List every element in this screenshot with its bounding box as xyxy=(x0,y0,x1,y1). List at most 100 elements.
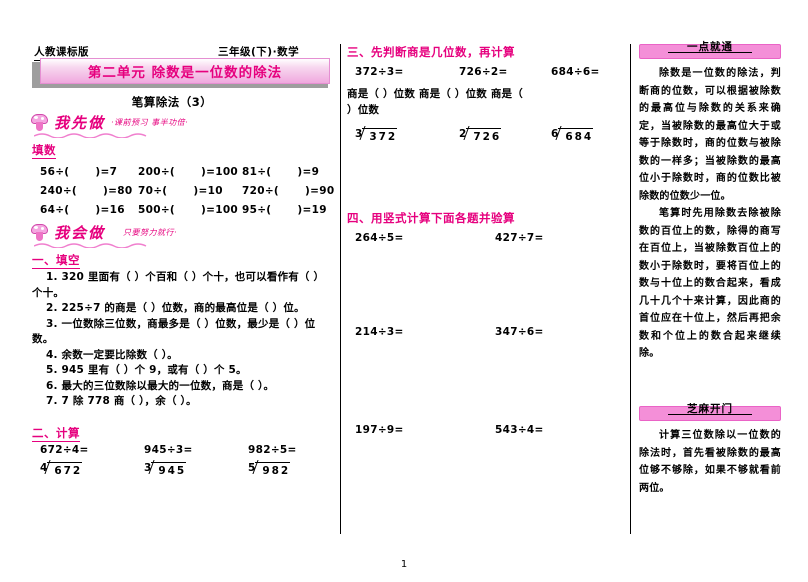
long-division-bracket: 6 684 xyxy=(551,128,594,143)
tip-two-title: 芝麻开门 xyxy=(687,403,733,415)
lesson-subtitle: 笔算除法（3） xyxy=(131,95,213,109)
division-expression: 347÷6= xyxy=(495,326,544,338)
dividend: 982 xyxy=(255,462,291,477)
dividend: 684 xyxy=(558,128,594,143)
division-expression: 264÷5= xyxy=(355,232,404,244)
doodle-note-first: ·课前预习 事半功倍· xyxy=(111,117,189,127)
warmup-expr: 720÷( xyxy=(242,184,280,197)
division-expression: 684÷6= xyxy=(551,66,600,78)
warmup-cell: 81÷( )=9 xyxy=(242,166,330,178)
division-expression: 214÷3= xyxy=(355,326,404,338)
doodle-row-second: 我会做 只要努力就行· xyxy=(30,220,177,244)
warmup-row: 64÷( )=16 500÷()=100 95÷( )=19 xyxy=(40,200,330,219)
long-division-bracket: 3 372 xyxy=(355,128,398,143)
section-4-row: 214÷3= 347÷6= xyxy=(355,326,625,338)
question-item: 6. 最大的三位数除以最大的一位数，商是（ ）。 xyxy=(46,379,275,392)
section-1-heading: 一、填空 xyxy=(32,253,80,269)
warmup-row: 240÷( )=80 70÷( )=10 720÷( )=90 xyxy=(40,181,334,200)
question-item: 2. 225÷7 的商是（ ）位数，商的最高位是（ ）位。 xyxy=(46,302,305,314)
left-column: 人教课标版 三年级(下)·数学 第二单元 除数是一位数的除法 笔算除法（3） 我… xyxy=(22,44,340,534)
warmup-result: )=80 xyxy=(103,184,133,197)
tip-box-two: 芝麻开门 计算三位数除以一位数的除法时，首先看被除数的最高位够不够除，如果不够就… xyxy=(639,403,781,497)
dividend: 372 xyxy=(362,128,398,143)
division-problem: 3 372 xyxy=(355,122,459,143)
section-3-prompt: 商是（ ）位数 商是（ ）位数 商是（ ）位数 xyxy=(347,86,627,118)
section-3-brackets: 3 372 2 726 6 684 xyxy=(355,122,625,143)
section-3-heading: 三、先判断商是几位数，再计算 xyxy=(347,45,515,59)
section-4-heading: 四、用竖式计算下面各题并验算 xyxy=(347,211,515,225)
unit-title-text: 第二单元 除数是一位数的除法 xyxy=(87,65,283,81)
question-item: 4. 余数一定要比除数（ ）。 xyxy=(46,348,178,361)
warmup-expr: 500÷( xyxy=(138,203,176,216)
three-column-layout: 人教课标版 三年级(下)·数学 第二单元 除数是一位数的除法 笔算除法（3） 我… xyxy=(22,41,786,534)
division-expression: 427÷7= xyxy=(495,232,544,244)
question-item: 1. 320 里面有（ ）个百和（ ）个十，也可以看作有（ ）个十。 xyxy=(32,271,325,299)
tip-one-header: 一点就通 xyxy=(639,41,781,59)
warmup-cell: 200÷()=100 xyxy=(138,166,242,178)
doodle-title-first: 我先做 xyxy=(54,113,106,132)
tip-one-body-2: 笔算时先用除数去除被除数的百位上的数，除得的商写在百位上，当被除数百位上的数小于… xyxy=(639,208,781,359)
tip-box-one: 一点就通 除数是一位数的除法，判断商的位数，可以根据被除数的最高位与除数的关系来… xyxy=(639,41,781,363)
dividend: 726 xyxy=(466,128,502,143)
division-expression: 543÷4= xyxy=(495,424,544,436)
section-4-row: 264÷5= 427÷7= xyxy=(355,232,625,244)
warmup-cell: 56÷( )=7 xyxy=(40,166,138,178)
division-problem: 672÷4= 4 672 xyxy=(40,444,144,477)
warmup-expr: 200÷( xyxy=(138,165,176,178)
warmup-grid: 56÷( )=7 200÷()=100 81÷( )=9 240÷( )=80 70÷… xyxy=(40,162,334,219)
warmup-expr: 56÷( xyxy=(40,165,70,178)
section-2-heading: 二、计算 xyxy=(32,426,80,442)
section-3-expressions: 372÷3= 726÷2= 684÷6= xyxy=(355,66,625,78)
section-4-row: 197÷9= 543÷4= xyxy=(355,424,625,436)
division-expression: 945÷3= xyxy=(144,444,193,456)
question-item: 5. 945 里有（ ）个 9，或有（ ）个 5。 xyxy=(46,364,247,376)
warmup-result: )=9 xyxy=(297,165,320,178)
section-1-items: 1. 320 里面有（ ）个百和（ ）个十，也可以看作有（ ）个十。 2. 22… xyxy=(32,270,332,410)
mushroom-icon xyxy=(30,222,50,242)
section-2-problems: 672÷4= 4 672 945÷3= 3 945 982÷5= 5 982 xyxy=(40,444,340,477)
warmup-cell: 500÷()=100 xyxy=(138,204,242,216)
warmup-cell: 95÷( )=19 xyxy=(242,204,330,216)
division-problem: 982÷5= 5 982 xyxy=(248,444,338,477)
warmup-cell: 240÷( )=80 xyxy=(40,185,138,197)
division-problem: 2 726 xyxy=(459,122,551,143)
warmup-result: )=7 xyxy=(95,165,118,178)
tip-one-title: 一点就通 xyxy=(687,41,733,53)
prompt-line-a: 商是（ ）位数 商是（ ）位数 商是（ xyxy=(347,88,523,100)
unit-title-banner: 第二单元 除数是一位数的除法 xyxy=(32,58,330,88)
division-expression: 197÷9= xyxy=(355,424,404,436)
warmup-expr: 95÷( xyxy=(242,203,272,216)
tip-two-header: 芝麻开门 xyxy=(639,403,781,421)
warmup-expr: 81÷( xyxy=(242,165,272,178)
doodle-row-first: 我先做 ·课前预习 事半功倍· xyxy=(30,110,188,134)
dividend: 672 xyxy=(47,462,83,477)
warmup-result: )=90 xyxy=(305,184,335,197)
squiggle-decoration-first xyxy=(34,132,154,138)
division-problem: 6 684 xyxy=(551,122,625,143)
long-division-bracket: 5 982 xyxy=(248,462,291,477)
prompt-line-b: ）位数 xyxy=(347,104,380,116)
warmup-cell: 70÷( )=10 xyxy=(138,185,242,197)
banner-body: 第二单元 除数是一位数的除法 xyxy=(40,58,330,84)
worksheet-page: 人教课标版 三年级(下)·数学 第二单元 除数是一位数的除法 笔算除法（3） 我… xyxy=(0,0,808,582)
dividend: 945 xyxy=(151,462,187,477)
page-number: 1 xyxy=(400,559,408,570)
division-expression: 672÷4= xyxy=(40,444,89,456)
warmup-expr: 70÷( xyxy=(138,184,168,197)
warmup-result: )=19 xyxy=(297,203,327,216)
warmup-row: 56÷( )=7 200÷()=100 81÷( )=9 xyxy=(40,162,330,181)
division-expression: 372÷3= xyxy=(355,66,404,78)
long-division-bracket: 3 945 xyxy=(144,462,187,477)
doodle-note-second: 只要努力就行· xyxy=(123,227,178,237)
long-division-bracket: 2 726 xyxy=(459,128,502,143)
warmup-cell: 720÷( )=90 xyxy=(242,184,334,197)
division-expression: 982÷5= xyxy=(248,444,297,456)
warmup-expr: 240÷( xyxy=(40,184,78,197)
division-problem: 945÷3= 3 945 xyxy=(144,444,248,477)
warmup-expr: 64÷( xyxy=(40,203,70,216)
division-expression: 726÷2= xyxy=(459,66,508,78)
warmup-cell: 64÷( )=16 xyxy=(40,204,138,216)
warmup-result: )=16 xyxy=(95,203,125,216)
tip-one-body: 除数是一位数的除法，判断商的位数，可以根据被除数的最高位与除数的关系来确定，当被… xyxy=(639,68,781,202)
warmup-result: )=10 xyxy=(193,184,223,197)
